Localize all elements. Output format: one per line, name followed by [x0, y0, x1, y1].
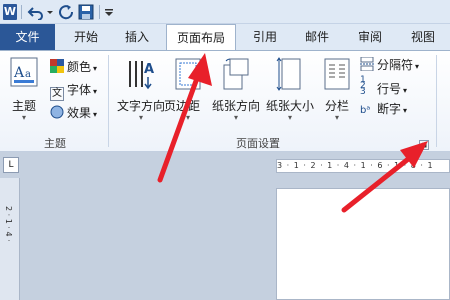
arrow-to-page-layout-tab	[157, 53, 212, 183]
annotation-arrows	[157, 53, 428, 213]
arrow-to-dialog-launcher	[341, 141, 428, 213]
